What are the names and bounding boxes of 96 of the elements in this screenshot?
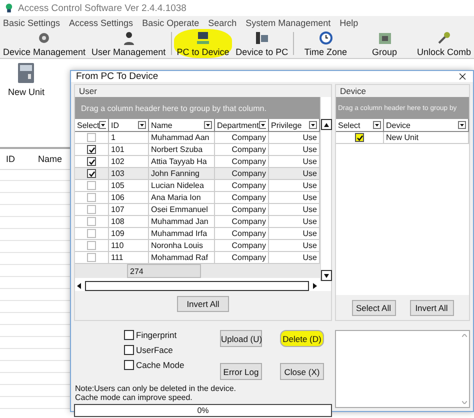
key-icon: [436, 30, 452, 46]
dialog-title: From PC To Device: [76, 71, 158, 82]
checkbox[interactable]: [87, 157, 96, 166]
column-header[interactable]: Device: [384, 119, 469, 132]
app-icon: [4, 3, 14, 13]
select-all-button[interactable]: Select All: [352, 300, 396, 316]
column-title: Department: [217, 120, 259, 130]
column-header[interactable]: Select: [75, 119, 109, 132]
table-cell: New Unit: [384, 132, 469, 144]
checkbox[interactable]: [87, 181, 96, 190]
column-header[interactable]: Select: [336, 119, 384, 132]
count-cell: 274: [127, 264, 201, 278]
checkbox-option[interactable]: Cache Mode: [124, 360, 220, 370]
checkbox[interactable]: [87, 253, 96, 262]
clock-icon: [318, 30, 334, 46]
checkbox[interactable]: [124, 330, 134, 340]
progress-text: 0%: [197, 406, 209, 416]
checkbox[interactable]: [87, 133, 96, 142]
action-button[interactable]: Delete (D): [280, 330, 324, 347]
dropdown-icon[interactable]: [204, 121, 212, 129]
dropdown-icon[interactable]: [373, 121, 381, 129]
table-row[interactable]: 105 Lucian Nidelea Company Use: [75, 180, 320, 192]
close-icon[interactable]: [457, 71, 468, 82]
toolbar-button[interactable]: Device Management: [0, 29, 89, 58]
device-icon[interactable]: [17, 62, 36, 84]
checkbox[interactable]: [124, 345, 134, 355]
column-header[interactable]: Privilege: [269, 119, 320, 132]
column-title: Privilege: [271, 120, 302, 130]
dropdown-icon[interactable]: [309, 121, 317, 129]
column-title: ID: [111, 120, 119, 130]
checkbox[interactable]: [87, 145, 96, 154]
menu-item[interactable]: Access Settings: [69, 18, 134, 28]
vertical-scrollbar[interactable]: [320, 97, 331, 281]
action-button[interactable]: Error Log: [220, 363, 262, 380]
table-row[interactable]: 106 Ana Maria Ion Company Use: [75, 192, 320, 204]
checkbox[interactable]: [124, 360, 134, 370]
invert-all-button[interactable]: Invert All: [410, 300, 454, 316]
table-row[interactable]: 108 Muhammad Jan Company Use: [75, 216, 320, 228]
checkbox[interactable]: [87, 205, 96, 214]
column-title: Device: [386, 120, 410, 130]
checkbox-option[interactable]: Fingerprint: [124, 330, 220, 340]
action-button[interactable]: Close (X): [280, 363, 324, 380]
column-header[interactable]: Name: [149, 119, 215, 132]
option-label: Cache Mode: [136, 360, 184, 370]
computer-icon: [195, 30, 212, 46]
column-header: Name: [37, 154, 64, 164]
dropdown-icon[interactable]: [258, 121, 266, 129]
dropdown-icon[interactable]: [458, 121, 466, 129]
option-label: Fingerprint: [136, 330, 177, 340]
column-header[interactable]: Department: [215, 119, 269, 132]
scroll-down-icon[interactable]: [321, 270, 332, 281]
column-title: Name: [151, 120, 172, 130]
menu-item[interactable]: System Management: [246, 18, 331, 28]
checkbox[interactable]: [87, 229, 96, 238]
group-title: Device: [339, 85, 367, 97]
column-title: Select: [77, 120, 100, 130]
checkbox[interactable]: [87, 217, 96, 226]
device-label: New Unit: [8, 87, 45, 97]
table-row[interactable]: 110 Noronha Louis Company Use: [75, 240, 320, 252]
toolbar-button[interactable]: Group: [355, 29, 414, 58]
table-row[interactable]: 102 Attia Tayyab Ha Company Use: [75, 156, 320, 168]
toolbar-button[interactable]: Unlock Comb: [414, 29, 474, 58]
computer-icon: [254, 30, 270, 46]
column-title: Select: [338, 120, 360, 130]
scroll-up-icon[interactable]: [321, 119, 332, 130]
checkbox-option[interactable]: UserFace: [124, 345, 220, 355]
table-row[interactable]: 109 Muhammad Irfa Company Use: [75, 228, 320, 240]
menu-item[interactable]: Basic Operate: [142, 18, 200, 28]
invert-all-button[interactable]: Invert All: [177, 296, 229, 312]
note-text: Note:Users can only be deleted in the device. Cache mode can improve speed.: [74, 384, 237, 402]
dropdown-icon[interactable]: [138, 121, 146, 129]
window-title: Access Control Software Ver 2.4.4.1038: [18, 2, 186, 14]
toolbar-button[interactable]: Device to PC: [232, 29, 292, 58]
menu-item[interactable]: Help: [340, 18, 358, 28]
checkbox[interactable]: [87, 241, 96, 250]
group-title: User: [78, 85, 98, 97]
column-header[interactable]: ID: [109, 119, 149, 132]
toolbar-button[interactable]: User Management: [88, 29, 169, 58]
dropdown-icon[interactable]: [99, 121, 106, 129]
column-header: ID: [5, 154, 16, 164]
checkbox[interactable]: [355, 133, 364, 142]
menu-item[interactable]: Basic Settings: [3, 18, 60, 28]
toolbar-button[interactable]: PC to Device: [174, 29, 232, 58]
option-label: UserFace: [136, 345, 173, 355]
checkbox[interactable]: [87, 169, 96, 178]
table-row[interactable]: 107 Osei Emmanuel Company Use: [75, 204, 320, 216]
horizontal-scrollbar[interactable]: [75, 281, 331, 291]
menu-item[interactable]: Search: [208, 18, 237, 28]
action-button[interactable]: Upload (U): [220, 330, 262, 347]
table-row[interactable]: 1 Muhammad Aan Company Use: [75, 132, 320, 144]
table-row[interactable]: 111 Mohammad Raf Company Use: [75, 252, 320, 264]
group-hint: Drag a column header here to group by that column.: [81, 104, 266, 112]
table-row[interactable]: 101 Norbert Szuba Company Use: [75, 144, 320, 156]
table-row[interactable]: 103 John Fanning Company Use: [75, 168, 320, 180]
toolbar-button[interactable]: Time Zone: [296, 29, 356, 58]
checkbox[interactable]: [87, 193, 96, 202]
